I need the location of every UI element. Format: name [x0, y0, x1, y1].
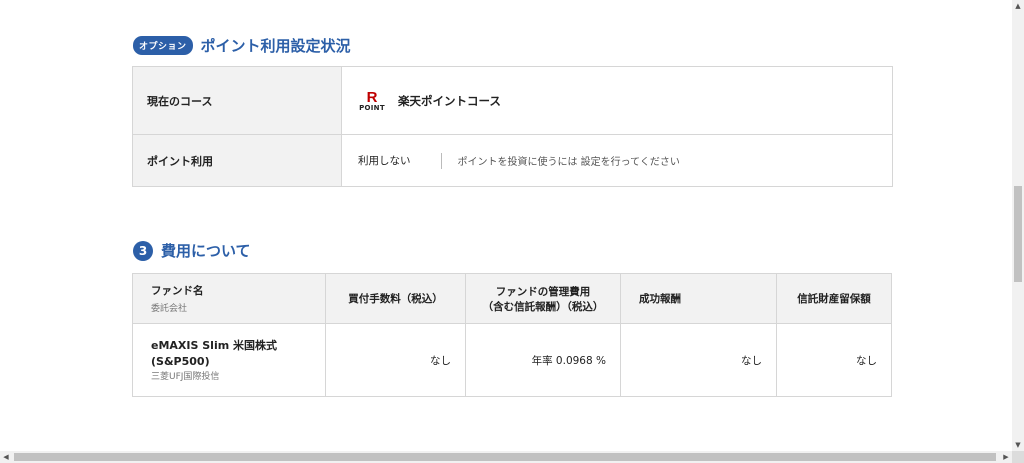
course-value: 楽天ポイントコース — [398, 93, 501, 108]
points-section-title: ポイント利用設定状況 — [200, 37, 351, 55]
fund-name: eMAXIS Slim 米国株式 (S&P500) — [151, 338, 324, 370]
fund-company: 三菱UFJ国際投信 — [151, 372, 220, 383]
success-fee-header: 成功報酬 — [620, 273, 777, 324]
option-badge: オプション — [133, 36, 193, 55]
fee-table: ファンド名 委託会社 買付手数料（税込） ファンドの管理費用 （含む信託報酬）（… — [132, 273, 892, 397]
table-row: eMAXIS Slim 米国株式 (S&P500) 三菱UFJ国際投信 なし 年… — [132, 323, 892, 397]
section-number-badge: 3 — [133, 240, 153, 261]
fee-section-title: 費用について — [161, 242, 251, 260]
logo-point-text: POINT — [359, 103, 385, 112]
trust-fee-header: 信託財産留保額 — [776, 273, 892, 324]
scroll-up-arrow-icon[interactable]: ▲ — [1012, 0, 1024, 12]
mgmt-fee-header: ファンドの管理費用 （含む信託報酬）（税込） — [465, 273, 621, 324]
mgmt-fee-header-line1: ファンドの管理費用 — [495, 285, 591, 298]
mgmt-fee-header-line2: （含む信託報酬）（税込） — [482, 300, 604, 313]
divider — [440, 152, 442, 169]
horizontal-scrollbar[interactable]: ◀ ▶ — [0, 451, 1012, 463]
scrollbar-corner — [1012, 451, 1024, 463]
point-use-note: ポイントを投資に使うには 設定を行ってください — [457, 157, 680, 168]
course-row: 現在のコース R POINT 楽天ポイントコース — [132, 66, 893, 135]
logo-r-text: R — [366, 88, 378, 106]
fee-section-header: 3 費用について — [133, 240, 251, 261]
fund-name-header: ファンド名 委託会社 — [132, 273, 326, 324]
rakuten-point-logo-icon: R POINT — [358, 90, 386, 112]
buy-fee-value: なし — [325, 323, 466, 397]
horizontal-scroll-thumb[interactable] — [14, 453, 996, 461]
scroll-right-arrow-icon[interactable]: ▶ — [1000, 451, 1012, 463]
points-section-header: オプション ポイント利用設定状況 — [133, 35, 351, 56]
point-use-value: 利用しない — [358, 155, 411, 167]
points-setting-table: 現在のコース R POINT 楽天ポイントコース ポイント利用 利用しない ポイ… — [132, 66, 893, 187]
fund-name-line1: eMAXIS Slim 米国株式 — [151, 338, 278, 352]
scroll-left-arrow-icon[interactable]: ◀ — [0, 451, 12, 463]
vertical-scrollbar[interactable]: ▲ ▼ — [1012, 0, 1024, 451]
fund-name-header-label: ファンド名 — [151, 285, 204, 297]
page-content: オプション ポイント利用設定状況 現在のコース R POINT 楽天ポイントコー… — [0, 0, 1012, 451]
trust-fee-value: なし — [776, 323, 892, 397]
mgmt-fee-value: 年率 0.0968 % — [465, 323, 621, 397]
point-use-label: ポイント利用 — [132, 134, 342, 187]
scroll-down-arrow-icon[interactable]: ▼ — [1012, 439, 1024, 451]
vertical-scroll-thumb[interactable] — [1014, 186, 1022, 282]
fee-table-header-row: ファンド名 委託会社 買付手数料（税込） ファンドの管理費用 （含む信託報酬）（… — [132, 273, 892, 324]
fund-name-line2: (S&P500) — [151, 354, 210, 368]
fund-company-header-label: 委託会社 — [151, 304, 188, 314]
buy-fee-header: 買付手数料（税込） — [325, 273, 466, 324]
success-fee-value: なし — [620, 323, 777, 397]
point-use-row: ポイント利用 利用しない ポイントを投資に使うには 設定を行ってください — [132, 134, 893, 187]
point-use-value-cell: 利用しない ポイントを投資に使うには 設定を行ってください — [341, 134, 893, 187]
course-label: 現在のコース — [132, 66, 342, 135]
course-value-cell: R POINT 楽天ポイントコース — [341, 66, 893, 135]
fund-cell: eMAXIS Slim 米国株式 (S&P500) 三菱UFJ国際投信 — [132, 323, 326, 397]
